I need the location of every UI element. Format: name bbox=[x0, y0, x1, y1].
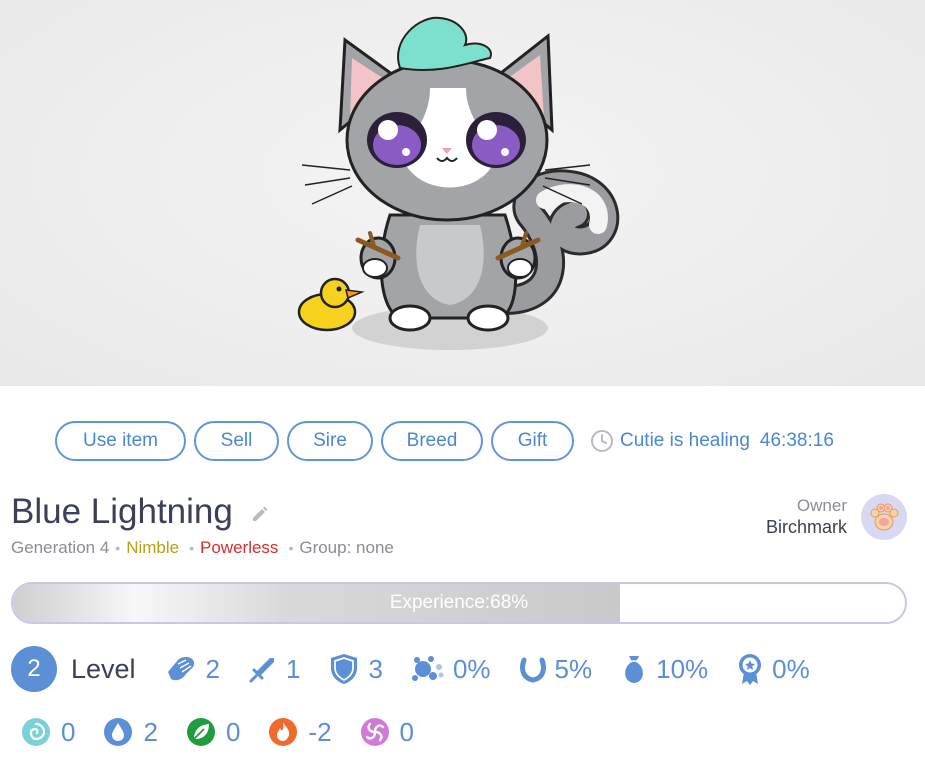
separator-dot: • bbox=[189, 540, 195, 556]
elements-row: 0 2 0 -2 0 bbox=[21, 714, 442, 750]
water-icon bbox=[104, 718, 133, 746]
stat-value: 10% bbox=[656, 653, 709, 684]
element-air[interactable]: 0 bbox=[21, 717, 75, 748]
stat-value: 3 bbox=[368, 653, 383, 684]
magic-icon bbox=[360, 718, 389, 746]
element-value: 0 bbox=[61, 716, 76, 747]
healing-text: Cutie is healing bbox=[620, 430, 750, 451]
action-bar: Use item Sell Sire Breed Gift Cutie is h… bbox=[55, 421, 834, 461]
separator-dot: • bbox=[288, 540, 294, 556]
paw-icon bbox=[870, 503, 899, 531]
generation-label: Generation 4 bbox=[11, 538, 110, 557]
level-badge: 2 bbox=[11, 646, 57, 692]
cat-illustration bbox=[297, 16, 620, 350]
edit-pencil-icon[interactable] bbox=[250, 504, 270, 524]
stat-value: 2 bbox=[205, 653, 221, 684]
nature-icon bbox=[186, 718, 215, 746]
healing-timer: 46:38:16 bbox=[759, 430, 834, 451]
element-value: 2 bbox=[143, 716, 158, 747]
stat-value: 1 bbox=[286, 653, 301, 684]
stat-luck[interactable]: 5% bbox=[519, 653, 593, 685]
experience-bar: Experience:68% bbox=[11, 582, 907, 624]
separator-dot: • bbox=[115, 540, 121, 556]
stat-bonus[interactable]: 0% bbox=[736, 652, 810, 686]
group-label: Group: none bbox=[299, 538, 394, 557]
element-value: -2 bbox=[308, 716, 332, 747]
element-value: 0 bbox=[399, 716, 414, 747]
sword-icon bbox=[249, 658, 275, 683]
element-water[interactable]: 2 bbox=[103, 716, 158, 748]
element-value: 0 bbox=[225, 716, 241, 747]
gift-button[interactable]: Gift bbox=[491, 421, 574, 461]
sell-button[interactable]: Sell bbox=[194, 421, 279, 461]
stat-weapon[interactable]: 1 bbox=[248, 654, 300, 685]
clock-icon bbox=[591, 430, 613, 452]
stat-value: 5% bbox=[554, 653, 593, 684]
stats-row: 2 Level 2 1 3 0% 5% 10% 0% bbox=[11, 646, 838, 692]
cutie-name: Blue Lightning bbox=[11, 492, 233, 531]
power-trait[interactable]: Powerless bbox=[200, 538, 278, 558]
money-bag-icon bbox=[625, 656, 643, 683]
fire-icon bbox=[269, 718, 298, 746]
owner-name[interactable]: Birchmark bbox=[766, 517, 847, 538]
owner-avatar[interactable] bbox=[861, 494, 907, 540]
stat-dodge[interactable]: 0% bbox=[411, 654, 491, 685]
element-nature[interactable]: 0 bbox=[186, 717, 240, 748]
medal-icon bbox=[739, 654, 762, 685]
sire-button[interactable]: Sire bbox=[287, 421, 373, 461]
experience-label: Experience:68% bbox=[389, 592, 529, 613]
splash-icon bbox=[411, 656, 444, 681]
speed-trait[interactable]: Nimble bbox=[126, 538, 179, 558]
breed-button[interactable]: Breed bbox=[381, 421, 483, 461]
stat-loot[interactable]: 10% bbox=[620, 652, 708, 686]
use-item-button[interactable]: Use item bbox=[55, 421, 186, 461]
stat-attack-power[interactable]: 2 bbox=[164, 652, 220, 686]
air-icon bbox=[22, 718, 50, 746]
stat-value: 0% bbox=[452, 653, 491, 684]
healing-status: Cutie is healing 46:38:16 bbox=[590, 429, 834, 453]
cutie-portrait-area bbox=[0, 0, 925, 386]
fist-icon bbox=[167, 657, 194, 681]
cutie-meta: Generation 4 • Nimble • Powerless • Grou… bbox=[11, 538, 394, 558]
stat-value: 0% bbox=[772, 653, 810, 684]
owner-label: Owner bbox=[796, 496, 847, 515]
shield-icon bbox=[331, 654, 358, 684]
element-magic[interactable]: 0 bbox=[360, 717, 414, 748]
stat-defense[interactable]: 3 bbox=[328, 652, 383, 686]
horseshoe-icon bbox=[519, 657, 546, 683]
element-fire[interactable]: -2 bbox=[268, 716, 332, 748]
level-label: Level bbox=[71, 653, 136, 684]
